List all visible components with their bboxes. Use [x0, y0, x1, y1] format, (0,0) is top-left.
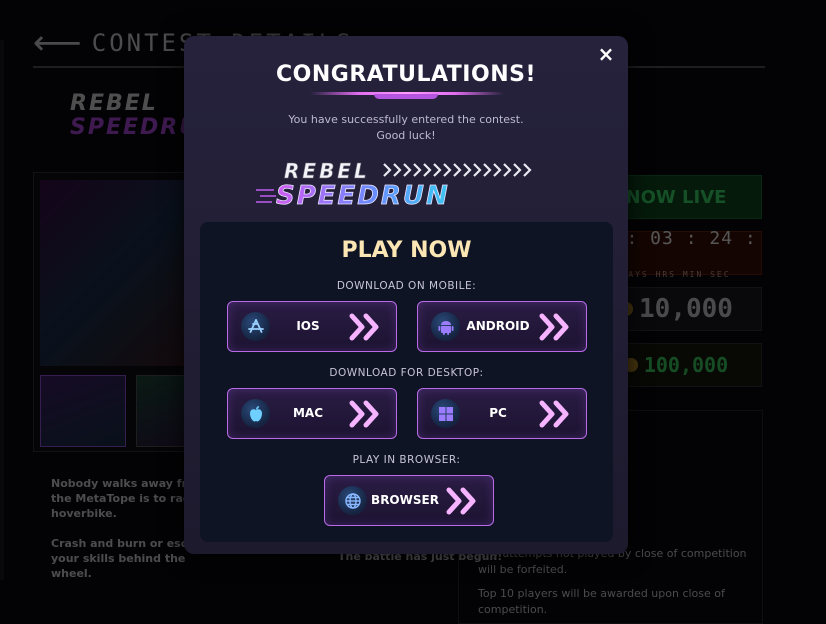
- globe-icon: [338, 486, 367, 515]
- modal-subtitle: You have successfully entered the contes…: [184, 112, 628, 144]
- logo-line-1: REBEL: [284, 159, 370, 183]
- game-logo: REBEL SPEEDRUN: [256, 159, 532, 211]
- logo-line-2: SPEEDRUN: [276, 181, 450, 211]
- ios-download-button[interactable]: IOS: [227, 301, 397, 352]
- modal-title: CONGRATULATIONS!: [276, 62, 536, 87]
- logo-speedlines: [256, 189, 276, 203]
- close-button[interactable]: ×: [596, 44, 616, 64]
- subtitle-line: You have successfully entered the contes…: [288, 113, 524, 126]
- double-chevron-right-icon: [446, 487, 476, 515]
- android-icon: [431, 312, 460, 341]
- browser-section-label: PLAY IN BROWSER:: [352, 454, 461, 466]
- play-now-heading: PLAY NOW: [341, 238, 472, 263]
- pc-download-button[interactable]: PC: [417, 388, 587, 439]
- mac-download-button[interactable]: MAC: [227, 388, 397, 439]
- logo-chevrons: [383, 163, 532, 177]
- double-chevron-right-icon: [349, 400, 379, 428]
- pc-button-label: PC: [489, 406, 507, 420]
- mac-button-label: MAC: [292, 406, 324, 420]
- contest-entry-modal: × CONGRATULATIONS! You have successfully…: [184, 36, 628, 554]
- android-button-label: ANDROID: [466, 319, 530, 333]
- ios-button-label: IOS: [296, 319, 320, 333]
- android-download-button[interactable]: ANDROID: [417, 301, 587, 352]
- double-chevron-right-icon: [539, 400, 569, 428]
- double-chevron-right-icon: [539, 313, 569, 341]
- subtitle-line: Good luck!: [376, 129, 436, 142]
- windows-icon: [431, 399, 460, 428]
- apple-icon: [241, 399, 270, 428]
- desktop-section-label: DOWNLOAD FOR DESKTOP:: [329, 367, 484, 379]
- double-chevron-right-icon: [349, 313, 379, 341]
- app-store-icon: [241, 312, 270, 341]
- title-underline-glow: [374, 94, 438, 99]
- browser-play-button[interactable]: BROWSER: [324, 475, 494, 526]
- browser-button-label: BROWSER: [371, 493, 439, 507]
- play-options-panel: PLAY NOW DOWNLOAD ON MOBILE: IOS ANDROID…: [200, 222, 613, 542]
- mobile-section-label: DOWNLOAD ON MOBILE:: [336, 280, 477, 292]
